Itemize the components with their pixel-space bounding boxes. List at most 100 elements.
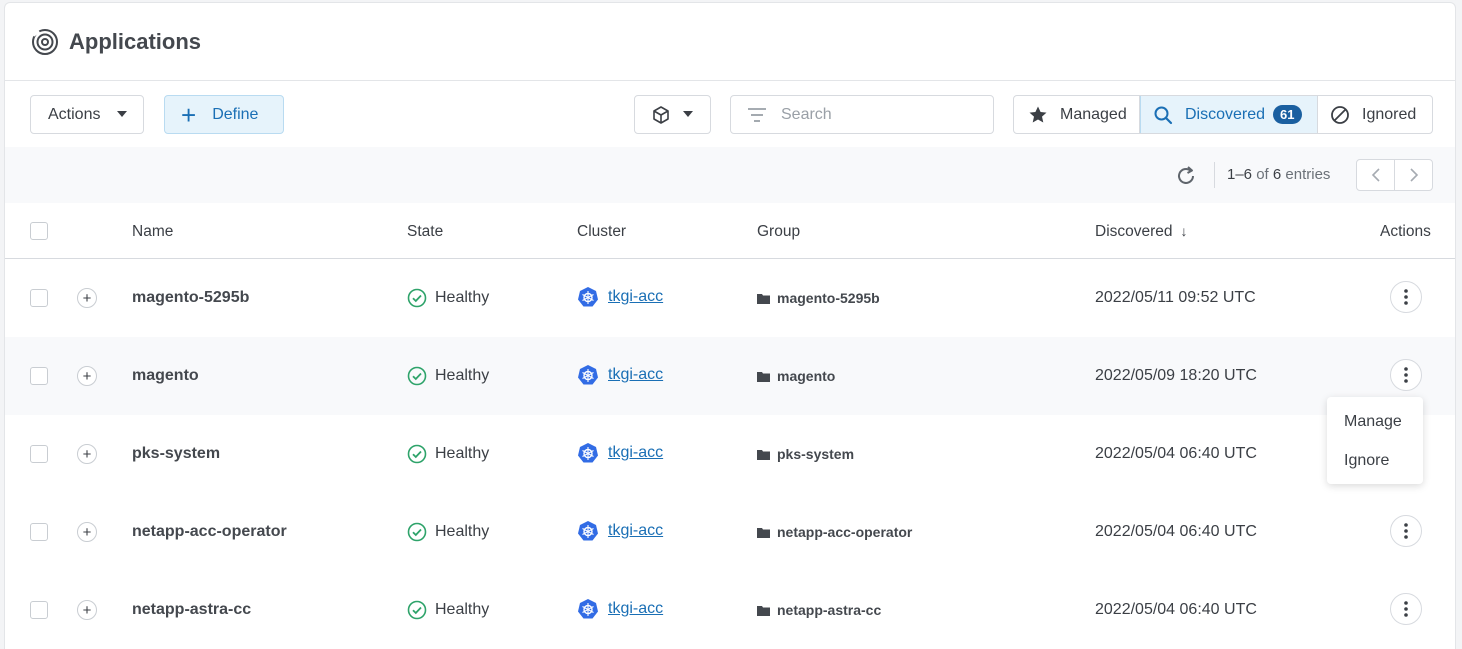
tab-discovered-label: Discovered [1185,105,1266,123]
cluster-link[interactable]: tkgi-acc [608,600,663,618]
more-vertical-icon [1404,367,1408,383]
select-all-checkbox[interactable] [30,222,48,240]
check-circle-icon [407,288,427,308]
plus-icon: + [82,367,92,385]
app-name: netapp-acc-operator [132,523,287,540]
group-label: pks-system [777,446,855,462]
kubernetes-icon [578,599,598,619]
kubernetes-icon [578,287,598,307]
tab-managed[interactable]: Managed [1014,96,1140,133]
row-actions-button[interactable] [1390,593,1422,625]
ignore-menu-item[interactable]: Ignore [1344,452,1389,470]
view-filter-tabs: Managed Discovered 61 Ignored [1013,95,1433,134]
cluster-link[interactable]: tkgi-acc [608,444,663,462]
discovered-timestamp: 2022/05/04 06:40 UTC [1095,523,1257,540]
app-cluster: tkgi-acc [577,520,663,542]
check-circle-icon [407,600,427,620]
row-checkbox[interactable] [30,601,48,619]
pagination [1356,159,1433,191]
column-actions: Actions [1380,223,1431,240]
row-checkbox[interactable] [30,289,48,307]
kubernetes-icon [578,443,598,463]
star-icon [1029,106,1047,122]
app-state: Healthy [407,600,489,620]
chevron-right-icon [1409,168,1418,182]
table-controls: 1–6 of 6 entries [5,147,1455,203]
column-group[interactable]: Group [757,223,800,241]
app-cluster: tkgi-acc [577,598,663,620]
search-input[interactable] [781,104,981,126]
plus-icon: + [82,289,92,307]
kubernetes-icon [578,365,598,385]
folder-icon [757,605,770,616]
row-checkbox[interactable] [30,523,48,541]
tab-managed-label: Managed [1060,105,1127,123]
tab-discovered[interactable]: Discovered 61 [1140,96,1318,133]
folder-icon [757,449,770,460]
expand-row-button[interactable]: + [77,522,97,542]
chevron-left-icon [1371,168,1380,182]
row-actions-button[interactable] [1390,515,1422,547]
discovered-count-badge: 61 [1273,105,1302,124]
cluster-link[interactable]: tkgi-acc [608,288,663,306]
row-actions-menu: Manage Ignore [1327,397,1423,484]
expand-row-button[interactable]: + [77,366,97,386]
table-row: + magento-5295b Healthy tkgi-acc magento-529… [5,259,1455,337]
caret-down-icon [117,111,127,117]
applications-icon [31,29,58,55]
divider [1214,162,1215,188]
check-circle-icon [407,366,427,386]
plus-icon: + [82,445,92,463]
expand-row-button[interactable]: + [77,600,97,620]
namespace-dropdown[interactable] [634,95,711,134]
row-checkbox[interactable] [30,445,48,463]
more-vertical-icon [1404,289,1408,305]
expand-row-button[interactable]: + [77,288,97,308]
next-page-button[interactable] [1395,160,1432,190]
table-row: + netapp-astra-cc Healthy tkgi-acc netapp-as… [5,571,1455,649]
app-group: netapp-astra-cc [757,602,881,618]
applications-panel: Applications Actions + Define Search Man… [4,2,1456,649]
tab-ignored[interactable]: Ignored [1318,96,1432,133]
actions-dropdown[interactable]: Actions [30,95,144,134]
plus-icon: + [181,99,197,130]
entries-count: 1–6 of 6 entries [1227,166,1331,183]
tab-ignored-label: Ignored [1362,105,1417,123]
refresh-icon[interactable] [1175,165,1197,187]
more-vertical-icon [1404,601,1408,617]
state-label: Healthy [435,523,490,540]
row-actions-button[interactable] [1390,281,1422,313]
app-state: Healthy [407,522,489,542]
app-state: Healthy [407,288,489,308]
expand-row-button[interactable]: + [77,444,97,464]
state-label: Healthy [435,601,490,618]
group-label: magento-5295b [777,290,880,306]
column-cluster[interactable]: Cluster [577,223,626,241]
folder-icon [757,293,770,304]
prev-page-button[interactable] [1357,160,1395,190]
actions-label: Actions [48,105,101,123]
folder-icon [757,371,770,382]
check-circle-icon [407,522,427,542]
cluster-link[interactable]: tkgi-acc [608,522,663,540]
state-label: Healthy [435,289,490,306]
column-name[interactable]: Name [132,223,173,241]
discovered-timestamp: 2022/05/04 06:40 UTC [1095,601,1257,618]
sort-descending-icon: ↓ [1180,223,1188,239]
kubernetes-icon [578,521,598,541]
column-discovered[interactable]: Discovered ↓ [1095,223,1188,241]
more-vertical-icon [1404,523,1408,539]
folder-icon [757,527,770,538]
define-button[interactable]: + Define [164,95,284,134]
app-name: magento-5295b [132,289,250,306]
row-actions-button[interactable] [1390,359,1422,391]
app-group: magento [757,368,835,384]
manage-menu-item[interactable]: Manage [1344,413,1402,431]
app-group: pks-system [757,446,854,462]
column-state[interactable]: State [407,223,443,241]
app-group: magento-5295b [757,290,880,306]
search-box[interactable] [730,95,994,134]
app-name: pks-system [132,445,221,462]
row-checkbox[interactable] [30,367,48,385]
cluster-link[interactable]: tkgi-acc [608,366,663,384]
